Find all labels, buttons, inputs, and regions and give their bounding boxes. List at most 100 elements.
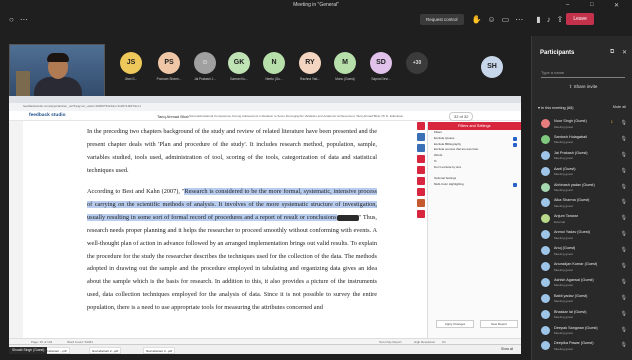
request-control-button[interactable]: Request control <box>420 13 464 25</box>
participant-row[interactable]: Anmol Yadav (Guest) Meeting guest 🎙 <box>537 228 629 244</box>
similarity-icon[interactable] <box>417 144 425 152</box>
participant-avatar[interactable]: JS Jitan S... <box>112 52 150 92</box>
raise-hand-icon[interactable]: ✋ <box>472 15 482 24</box>
side-toolbar <box>417 122 427 272</box>
avatar-label: Sapna Devi... <box>371 77 391 81</box>
participant-row[interactable]: Bhaskar lal (Guest) Meeting guest 🎙 <box>537 308 629 324</box>
participant-avatar[interactable]: N Neetu (Gu... <box>255 52 293 92</box>
participant-row[interactable]: Alka Sharma (Guest) Meeting guest 🎙 <box>537 196 629 212</box>
presenter-name-tag: Shoaib Singh (Guest) <box>9 347 48 354</box>
microphone-icon: 🎙 <box>620 215 627 222</box>
more-options-icon[interactable]: ⋯ <box>20 15 28 24</box>
microphone-icon: 🎙 <box>620 167 627 174</box>
screen-sharer-avatar[interactable]: SH <box>481 56 503 78</box>
avatar-initials: N <box>263 52 285 74</box>
mute-all-button[interactable]: Mute all <box>613 105 626 109</box>
filters-header: Filters and Settings <box>428 122 521 130</box>
participant-search-input[interactable]: Type a name <box>541 70 625 78</box>
participant-row[interactable]: Abhinash yadav (Guest) Meeting guest 🎙 <box>537 181 629 197</box>
checkbox-icon <box>513 183 517 188</box>
participant-row[interactable]: Deepak Sangwan (Guest) Meeting guest 🎙 <box>537 324 629 340</box>
microphone-icon[interactable]: ♪ <box>547 15 551 24</box>
participant-row[interactable]: Noor Singh (Guest) Meeting guest 1 🎙 <box>537 117 629 133</box>
address-bar[interactable]: feedbackstudio.com/app/carta/en_us/?lang… <box>9 103 521 111</box>
new-report-button[interactable]: New Report <box>480 320 518 328</box>
filter-icon[interactable] <box>417 177 425 185</box>
match-overview-icon[interactable] <box>417 155 425 163</box>
avatar <box>541 293 550 303</box>
microphone-icon: 🎙 <box>620 263 627 270</box>
download-icon[interactable] <box>417 199 425 207</box>
microphone-icon: 🎙 <box>620 199 627 206</box>
apply-changes-button[interactable]: Apply Changes <box>436 320 474 328</box>
participant-name: Anuradjan Kumar (Guest) <box>554 262 598 267</box>
participant-avatar[interactable]: ☺ Jai Prakash J... <box>186 52 224 92</box>
avatar <box>541 246 550 256</box>
download-bar: final abstract ...pdf final abstract 2..… <box>9 344 521 354</box>
author-name: Tariq Ahmad Bhat <box>157 113 189 119</box>
participant-row[interactable]: Deepika Pawar (Guest) Meeting guest 🎙 <box>537 339 629 355</box>
avatar-label: Rachna Yad... <box>300 77 320 81</box>
participant-row[interactable]: Jai Prakash (Guest) Meeting guest 🎙 <box>537 149 629 165</box>
page-navigator[interactable]: 32 of 32 <box>449 112 474 121</box>
participant-role: External <box>554 219 566 224</box>
participant-avatar[interactable]: SD Sapna Devi... <box>362 52 400 92</box>
chat-icon[interactable]: ▭ <box>502 15 510 24</box>
layers-icon[interactable] <box>417 122 425 130</box>
microphone-icon: 🎙 <box>620 231 627 238</box>
participant-avatar[interactable]: PS Poonam Sharm... <box>150 52 188 92</box>
leave-button[interactable]: Leave <box>566 13 594 25</box>
filter-multicolor[interactable]: Multi-Color Highlighting <box>428 182 521 188</box>
avatar <box>541 119 550 128</box>
avatar-initials: RY <box>299 52 321 74</box>
microphone-icon: 🎙 <box>620 120 627 126</box>
panel-title: Participants <box>540 50 575 56</box>
people-icon[interactable]: ☺ <box>488 15 496 24</box>
participant-avatar[interactable]: RY Rachna Yad... <box>291 52 329 92</box>
shield-icon[interactable]: ○ <box>9 15 14 24</box>
more-participants-button[interactable]: +30 <box>398 52 436 92</box>
share-screen-icon[interactable]: ⇪ <box>557 15 564 24</box>
camera-icon[interactable]: ▮ <box>536 15 540 24</box>
grading-icon[interactable] <box>417 133 425 141</box>
url-text: feedbackstudio.com/app/carta/en_us/?lang… <box>23 104 142 108</box>
participant-name: Anjum Tanwar <box>554 214 578 219</box>
feedback-studio-logo: feedback studio <box>29 113 66 118</box>
more-actions-icon[interactable]: ⋯ <box>515 15 523 24</box>
left-toolbar: ○ ⋯ <box>6 8 31 30</box>
participant-avatar[interactable]: M Munu (Guest) <box>326 52 364 92</box>
pop-out-icon[interactable]: ⧉ <box>610 49 614 56</box>
participant-row[interactable]: Aarti (Guest) Meeting guest 🎙 <box>537 165 629 181</box>
microphone-icon: 🎙 <box>620 247 627 254</box>
share-invite-button[interactable]: ⇧ Share invite <box>541 84 625 93</box>
participant-row[interactable]: Anuradjan Kumar (Guest) Meeting guest 🎙 <box>537 260 629 276</box>
participant-role: Meeting guest <box>554 346 573 351</box>
participant-row[interactable]: Anjum Tanwar External 🎙 <box>537 212 629 228</box>
exclusions-icon[interactable] <box>417 188 425 196</box>
participant-row[interactable]: Anuj (Guest) Meeting guest 🎙 <box>537 244 629 260</box>
participant-name: Jai Prakash (Guest) <box>554 150 588 155</box>
participant-role: Meeting guest <box>554 188 573 193</box>
participant-row[interactable]: Babli yadav (Guest) Meeting guest 🎙 <box>537 292 629 308</box>
avatar <box>541 277 550 287</box>
participant-row[interactable]: Ashish Agarwal (Guest) Meeting guest 🎙 <box>537 276 629 292</box>
match-marker-icon[interactable] <box>336 214 359 221</box>
participant-strip: JS Jitan S... PS Poonam Sharm... ☺ Jai P… <box>0 36 530 100</box>
microphone-icon: 🎙 <box>620 326 627 333</box>
all-sources-icon[interactable] <box>417 166 425 174</box>
in-meeting-section[interactable]: ▾ In this meeting (68) <box>538 105 573 110</box>
close-icon[interactable]: ✕ <box>614 2 619 9</box>
download-item[interactable]: final abstract 2...pdf <box>89 347 122 354</box>
show-all-button[interactable]: Show all <box>501 347 513 351</box>
close-panel-icon[interactable]: ✕ <box>622 49 627 56</box>
participant-role: Meeting guest <box>554 156 573 161</box>
download-item[interactable]: final abstract 3...pdf <box>143 347 176 354</box>
microphone-icon: 🎙 <box>620 342 627 349</box>
participants-panel: Participants ⧉ ✕ Type a name ⇧ Share inv… <box>531 36 632 360</box>
info-icon[interactable] <box>417 210 425 218</box>
participant-row[interactable]: Santosh Hulagabali Meeting guest 🎙 <box>537 133 629 149</box>
avatar-initials: JS <box>120 52 142 74</box>
participant-avatar[interactable]: GK Gaman Ku... <box>220 52 258 92</box>
participant-name: Ashish Agarwal (Guest) <box>554 277 594 282</box>
avatar-label: Gaman Ku... <box>230 77 248 81</box>
